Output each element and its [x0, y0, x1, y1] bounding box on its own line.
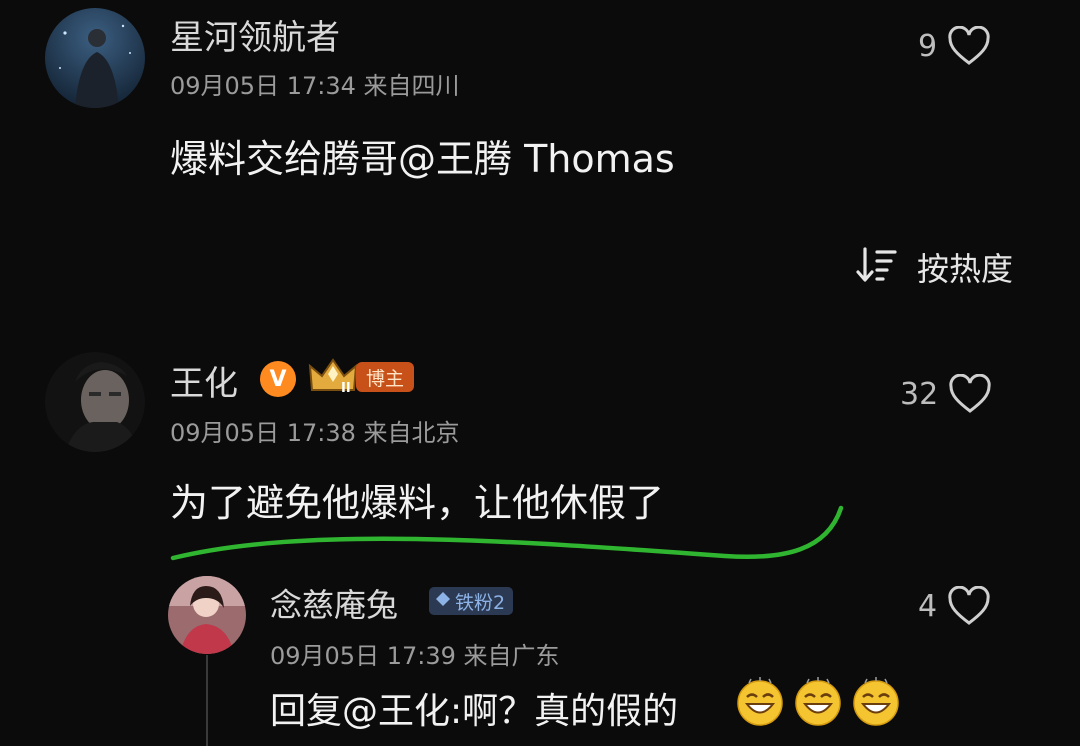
- sort-toggle[interactable]: 按热度: [855, 244, 1013, 290]
- heart-icon: [948, 374, 992, 414]
- diamond-icon: [435, 590, 451, 612]
- comment-username[interactable]: 星河领航者: [170, 10, 340, 59]
- grinning-face-emoji: [795, 677, 841, 726]
- emoji-row: [735, 677, 901, 727]
- verified-badge: V: [260, 361, 296, 397]
- sort-descending-icon: [855, 246, 897, 288]
- grinning-face-emoji: [737, 677, 783, 726]
- hand-drawn-underline: [165, 500, 855, 584]
- avatar[interactable]: [168, 576, 246, 654]
- reply-thread-line: [206, 655, 208, 746]
- like-count: 9: [918, 28, 938, 64]
- comment-timestamp: 09月05日 17:38 来自北京: [170, 419, 460, 447]
- heart-icon: [947, 26, 991, 66]
- grinning-face-emoji: [853, 677, 899, 726]
- comment-username[interactable]: 王化: [170, 356, 238, 405]
- heart-icon: [947, 586, 991, 626]
- comment-text: 爆料交给腾哥@王腾 Thomas: [170, 137, 675, 181]
- comment-timestamp: 09月05日 17:34 来自四川: [170, 72, 460, 100]
- sort-label: 按热度: [917, 250, 1014, 288]
- reply-timestamp: 09月05日 17:39 来自广东: [270, 642, 560, 670]
- like-button[interactable]: 9: [918, 26, 991, 66]
- fan-badge-label: 铁粉2: [455, 591, 506, 614]
- like-button[interactable]: 32: [900, 374, 992, 414]
- fan-badge: 铁粉2: [429, 587, 514, 615]
- role-tag: 博主: [356, 362, 415, 392]
- reply-text: 回复@王化:啊？真的假的: [270, 691, 679, 732]
- avatar[interactable]: [45, 352, 145, 452]
- like-count: 4: [918, 588, 938, 624]
- avatar[interactable]: [45, 8, 145, 108]
- like-button[interactable]: 4: [918, 586, 991, 626]
- crown-level: II: [341, 381, 351, 396]
- reply-username[interactable]: 念慈庵兔: [270, 580, 398, 626]
- like-count: 32: [900, 376, 939, 412]
